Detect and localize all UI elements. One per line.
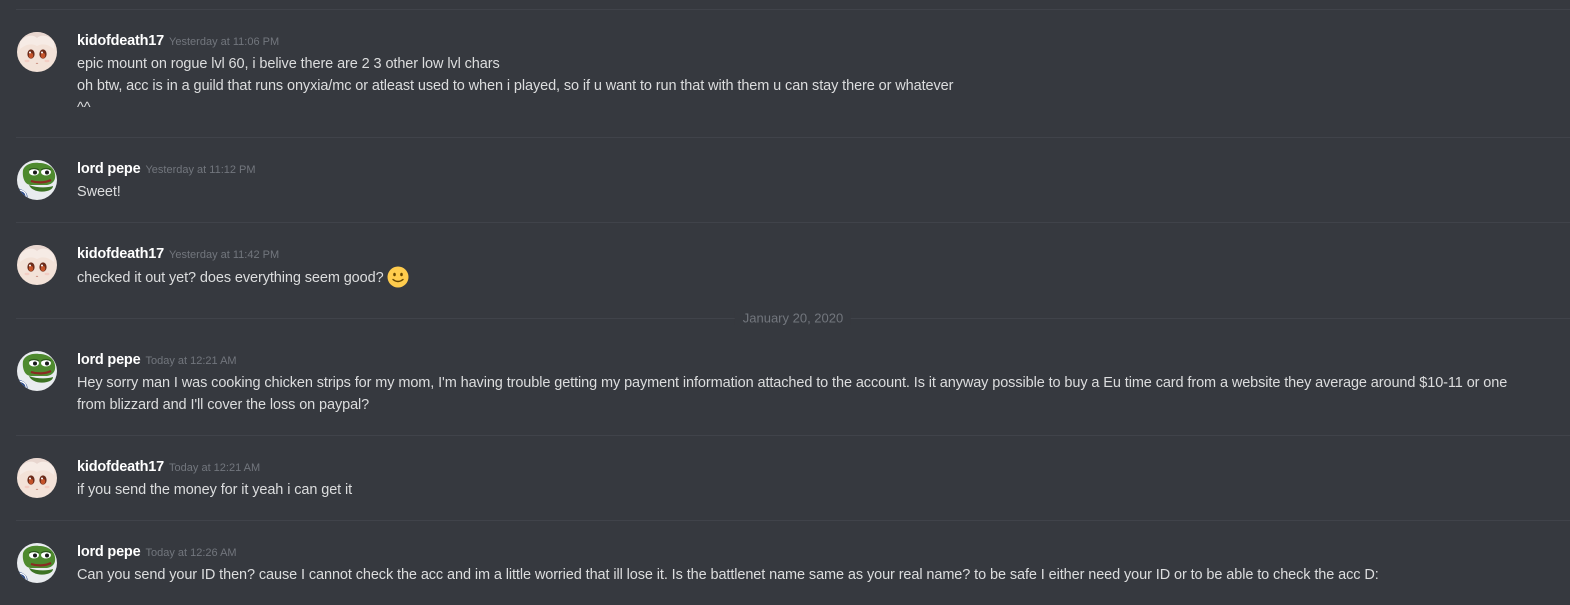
anime-girl-avatar[interactable] bbox=[17, 458, 57, 498]
message-content: checked it out yet? does everything seem… bbox=[77, 266, 1540, 289]
date-divider: January 20, 2020 bbox=[16, 310, 1570, 326]
message-content: Can you send your ID then? cause I canno… bbox=[77, 564, 1540, 586]
message-content: epic mount on rogue lvl 60, i belive the… bbox=[77, 53, 1540, 119]
pepe-frog-avatar[interactable] bbox=[17, 351, 57, 391]
anime-girl-avatar[interactable] bbox=[17, 32, 57, 72]
username[interactable]: lord pepe bbox=[77, 544, 141, 560]
username[interactable]: lord pepe bbox=[77, 161, 141, 177]
pepe-frog-avatar[interactable] bbox=[17, 543, 57, 583]
timestamp[interactable]: Today at 12:21 AM bbox=[145, 355, 236, 367]
message-header: kidofdeath17 Today at 12:21 AM bbox=[77, 458, 260, 477]
timestamp[interactable]: Yesterday at 11:12 PM bbox=[145, 164, 255, 176]
message-divider bbox=[16, 435, 1570, 436]
message-content: if you send the money for it yeah i can … bbox=[77, 479, 1540, 501]
message-header: kidofdeath17 Yesterday at 11:06 PM bbox=[77, 32, 279, 51]
message-divider bbox=[16, 222, 1570, 223]
username[interactable]: kidofdeath17 bbox=[77, 459, 164, 475]
message-text: ^^ bbox=[77, 100, 91, 116]
pepe-frog-avatar[interactable] bbox=[17, 160, 57, 200]
username[interactable]: lord pepe bbox=[77, 352, 141, 368]
message-header: lord pepe Yesterday at 11:12 PM bbox=[77, 160, 256, 179]
message-content: Sweet! bbox=[77, 181, 1540, 203]
slightly-smiling-face-emoji[interactable] bbox=[387, 266, 409, 288]
message-text: if you send the money for it yeah i can … bbox=[77, 482, 353, 498]
message-header: kidofdeath17 Yesterday at 11:42 PM bbox=[77, 245, 279, 264]
date-divider-label: January 20, 2020 bbox=[734, 310, 852, 326]
message-text: epic mount on rogue lvl 60, i belive the… bbox=[77, 56, 500, 72]
message-header: lord pepe Today at 12:26 AM bbox=[77, 543, 237, 562]
message-text: checked it out yet? does everything seem… bbox=[77, 270, 384, 286]
message-content: Hey sorry man I was cooking chicken stri… bbox=[77, 372, 1534, 416]
chat-message-list: kidofdeath17 Yesterday at 11:06 PM epic m… bbox=[0, 0, 1570, 605]
timestamp[interactable]: Today at 12:21 AM bbox=[169, 462, 260, 474]
anime-girl-avatar[interactable] bbox=[17, 245, 57, 285]
message-text: oh btw, acc is in a guild that runs onyx… bbox=[77, 78, 954, 94]
message-divider bbox=[16, 9, 1570, 10]
message-divider bbox=[16, 520, 1570, 521]
message-text-row: checked it out yet? does everything seem… bbox=[77, 266, 1540, 289]
message-text: Can you send your ID then? cause I canno… bbox=[77, 567, 1379, 583]
username[interactable]: kidofdeath17 bbox=[77, 246, 164, 262]
message-header: lord pepe Today at 12:21 AM bbox=[77, 351, 237, 370]
message-text: Sweet! bbox=[77, 184, 121, 200]
timestamp[interactable]: Yesterday at 11:42 PM bbox=[169, 249, 279, 261]
timestamp[interactable]: Yesterday at 11:06 PM bbox=[169, 36, 279, 48]
message-divider bbox=[16, 137, 1570, 138]
username[interactable]: kidofdeath17 bbox=[77, 33, 164, 49]
timestamp[interactable]: Today at 12:26 AM bbox=[145, 547, 236, 559]
message-text: Hey sorry man I was cooking chicken stri… bbox=[77, 375, 1508, 413]
